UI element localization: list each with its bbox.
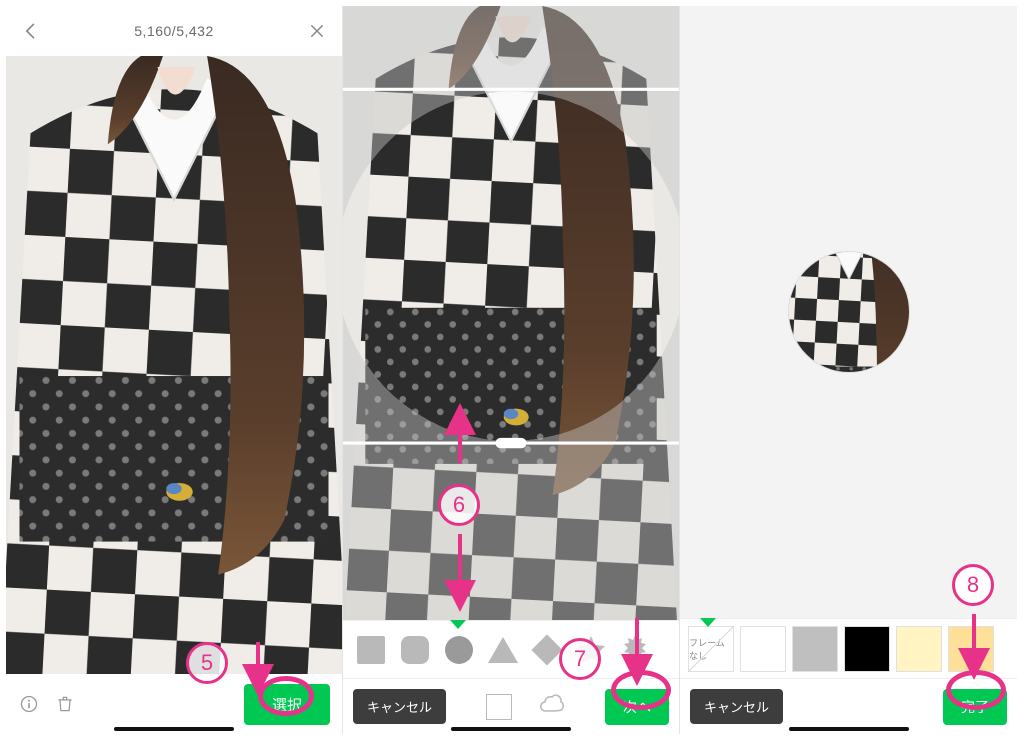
info-icon[interactable]	[18, 693, 40, 715]
frame-picker-bar: フレームなし	[680, 618, 1017, 678]
frame-action-bar: キャンセル 完了	[680, 678, 1017, 734]
cancel-button[interactable]: キャンセル	[690, 689, 783, 724]
home-indicator	[114, 727, 234, 731]
shape-selected-indicator	[450, 620, 466, 630]
next-button[interactable]: 次へ	[605, 689, 669, 725]
frame-option-black[interactable]	[844, 626, 890, 672]
final-preview-area	[680, 6, 1017, 618]
freeform-shape-icon[interactable]	[538, 693, 566, 720]
avatar-preview	[789, 252, 909, 372]
frame-option-cream[interactable]	[896, 626, 942, 672]
back-icon[interactable]	[20, 20, 42, 42]
photo-picker-header: 5,160/5,432	[6, 6, 342, 56]
select-button[interactable]: 選択	[244, 684, 330, 725]
shape-diamond[interactable]	[531, 634, 563, 666]
frame-option-grey[interactable]	[792, 626, 838, 672]
photo-picker-footer: 選択	[6, 674, 342, 734]
frame-option-white[interactable]	[740, 626, 786, 672]
shape-circle[interactable]	[443, 634, 475, 666]
crop-rect-icon[interactable]	[486, 694, 512, 720]
shape-burst[interactable]	[619, 634, 651, 666]
crop-canvas[interactable]	[343, 6, 679, 620]
home-indicator	[789, 727, 909, 731]
crop-tool-icons	[486, 693, 566, 720]
screen-crop-shape: キャンセル 次へ 6 7	[343, 6, 680, 734]
home-indicator	[451, 727, 571, 731]
frame-option-none[interactable]: フレームなし	[688, 626, 734, 672]
trash-icon[interactable]	[54, 693, 76, 715]
photo-counter: 5,160/5,432	[134, 23, 213, 39]
cancel-button[interactable]: キャンセル	[353, 689, 446, 724]
crop-action-bar: キャンセル 次へ	[343, 678, 679, 734]
done-button[interactable]: 完了	[943, 689, 1007, 725]
screen-select-photo: 5,160/5,432 選択 5	[6, 6, 343, 734]
frame-option-yellow[interactable]	[948, 626, 994, 672]
shape-triangle[interactable]	[487, 634, 519, 666]
screen-frame-select: フレームなし キャンセル 完了 8	[680, 6, 1017, 734]
full-photo-preview[interactable]	[6, 56, 342, 674]
shape-picker-bar	[343, 620, 679, 678]
close-icon[interactable]	[306, 20, 328, 42]
shape-star[interactable]	[575, 634, 607, 666]
shape-square[interactable]	[355, 634, 387, 666]
shape-rounded-square[interactable]	[399, 634, 431, 666]
